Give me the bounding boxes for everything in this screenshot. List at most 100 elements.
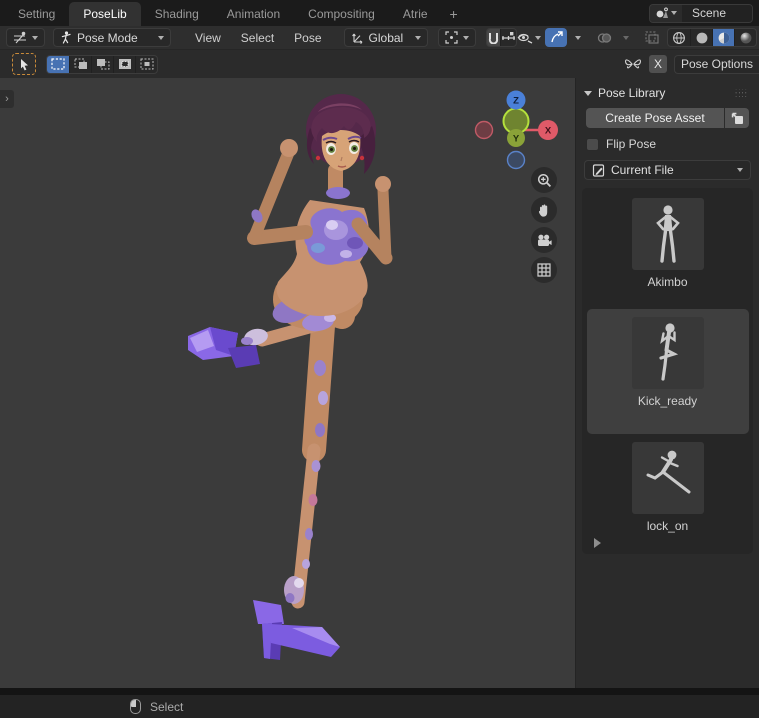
visibility-dropdown[interactable] (517, 28, 541, 47)
transform-orientation-selector[interactable]: Global (343, 28, 428, 47)
panel-grip-icon[interactable]: :::: :::: (735, 89, 751, 97)
snap-increment-icon (501, 32, 515, 40)
mode-selector[interactable]: Pose Mode (53, 28, 171, 47)
scene-name[interactable]: Scene (682, 4, 752, 22)
asset-library-selector[interactable]: Current File (584, 160, 751, 180)
zoom-button[interactable] (531, 167, 557, 193)
chevron-down-icon (414, 35, 421, 40)
create-pose-asset-button[interactable]: Create Pose Asset (586, 108, 724, 128)
statusbar: Select (0, 695, 759, 718)
mirror-x-toggle[interactable]: X (648, 55, 667, 73)
asset-label: lock_on (646, 519, 689, 533)
wireframe-sphere-icon (673, 31, 685, 44)
eye-icon (517, 33, 533, 44)
asset-label: Kick_ready (637, 394, 698, 408)
sidebar: Pose Library :::: :::: Create Pose Asset… (575, 78, 759, 688)
orientation-label: Global (368, 30, 404, 45)
asset-item-kick-ready[interactable]: Kick_ready (586, 309, 749, 434)
asset-thumbnail[interactable] (631, 317, 704, 389)
tab-atrie[interactable]: Atrie (389, 2, 442, 26)
hand-icon (538, 204, 548, 217)
shading-solid-button[interactable] (690, 29, 712, 46)
xray-icon (645, 31, 659, 44)
shading-mode-group (667, 28, 757, 47)
asset-label: Akimbo (647, 275, 688, 289)
zoom-icon (537, 173, 551, 187)
chevron-down-icon (671, 11, 677, 15)
magnet-icon (488, 33, 498, 44)
push-to-library-icon (731, 112, 743, 124)
chevron-down-icon (737, 168, 743, 172)
shading-rendered-button[interactable] (734, 29, 756, 46)
shading-wireframe-button[interactable] (668, 29, 690, 46)
material-sphere-icon (718, 32, 729, 43)
panel-collapse-icon[interactable] (584, 90, 592, 96)
shading-material-preview-button[interactable] (712, 29, 734, 46)
gizmo-icon (550, 31, 563, 43)
rendered-sphere-icon (740, 32, 751, 43)
flip-pose-checkbox[interactable] (586, 137, 599, 151)
statusbar-divider (0, 688, 759, 695)
create-pose-asset-extra-button[interactable] (725, 108, 749, 128)
select-mode-group (46, 54, 158, 74)
pan-button[interactable] (531, 197, 557, 223)
mode-label: Pose Mode (77, 30, 138, 45)
scene-icon (655, 7, 669, 20)
pose-options-dropdown[interactable]: Pose Options (673, 54, 759, 74)
overlays-icon (597, 32, 611, 43)
gizmos-dropdown[interactable] (567, 28, 589, 47)
pivot-point-icon (444, 31, 458, 44)
asset-item-akimbo[interactable]: Akimbo (587, 194, 749, 295)
gizmos-toggle[interactable] (545, 28, 567, 47)
axis-neg-x-ball (474, 120, 494, 140)
mirror-butterfly-icon (624, 57, 642, 71)
chevron-down-icon (32, 35, 38, 40)
scene-selector[interactable]: Scene (649, 3, 753, 23)
pivot-point-selector[interactable] (437, 28, 476, 47)
pose-library-panel-header[interactable]: Pose Library :::: :::: (576, 78, 759, 106)
select-set-button[interactable] (47, 55, 69, 73)
asset-item-lock-on[interactable]: lock_on (587, 438, 749, 539)
pose-mode-icon (60, 31, 72, 44)
tool-header: X Pose Options (0, 50, 759, 78)
camera-view-button[interactable] (531, 227, 557, 253)
snap-toggle[interactable] (486, 29, 500, 46)
navigation-gizmo[interactable]: Y Z X (472, 82, 567, 177)
editor-type-button[interactable] (6, 28, 45, 47)
axis-neg-z-ball (506, 150, 526, 170)
tab-animation[interactable]: Animation (213, 2, 294, 26)
add-workspace-button[interactable]: + (442, 2, 466, 26)
left-mouse-button-icon (130, 699, 141, 714)
3d-viewport-editor-icon (13, 31, 27, 44)
grid-icon (537, 263, 551, 277)
menu-pose[interactable]: Pose (284, 31, 331, 45)
select-intersect-button[interactable] (135, 55, 157, 73)
tab-shading[interactable]: Shading (141, 2, 213, 26)
3d-viewport[interactable]: › Y Z X (0, 78, 575, 688)
overlays-dropdown[interactable] (615, 28, 637, 47)
menu-view[interactable]: View (185, 31, 231, 45)
asset-thumbnail[interactable] (631, 198, 704, 270)
current-file-icon (592, 163, 605, 177)
select-subtract-button[interactable] (91, 55, 113, 73)
chevron-down-icon (462, 35, 469, 40)
asset-thumbnail[interactable] (631, 442, 704, 514)
tab-compositing[interactable]: Compositing (294, 2, 389, 26)
library-value: Current File (611, 163, 674, 177)
panel-title: Pose Library (598, 86, 666, 100)
status-select-hint: Select (150, 699, 184, 714)
overlays-toggle[interactable] (593, 28, 615, 47)
tab-setting[interactable]: Setting (4, 2, 69, 26)
tab-poselib[interactable]: PoseLib (69, 2, 141, 26)
pose-asset-browser[interactable]: Akimbo Kick_ready lock_on (582, 188, 753, 554)
chevron-down-icon (535, 35, 541, 40)
select-invert-button[interactable] (113, 55, 135, 73)
select-extend-button[interactable] (69, 55, 91, 73)
asset-browser-expand-arrow[interactable] (594, 538, 601, 548)
active-tool-button[interactable] (12, 53, 36, 75)
snap-target-selector[interactable] (499, 29, 516, 46)
workspace-tabs: Setting PoseLib Shading Animation Compos… (0, 0, 466, 26)
xray-toggle[interactable] (641, 28, 663, 47)
menu-select[interactable]: Select (231, 31, 284, 45)
orthographic-toggle-button[interactable] (531, 257, 557, 283)
